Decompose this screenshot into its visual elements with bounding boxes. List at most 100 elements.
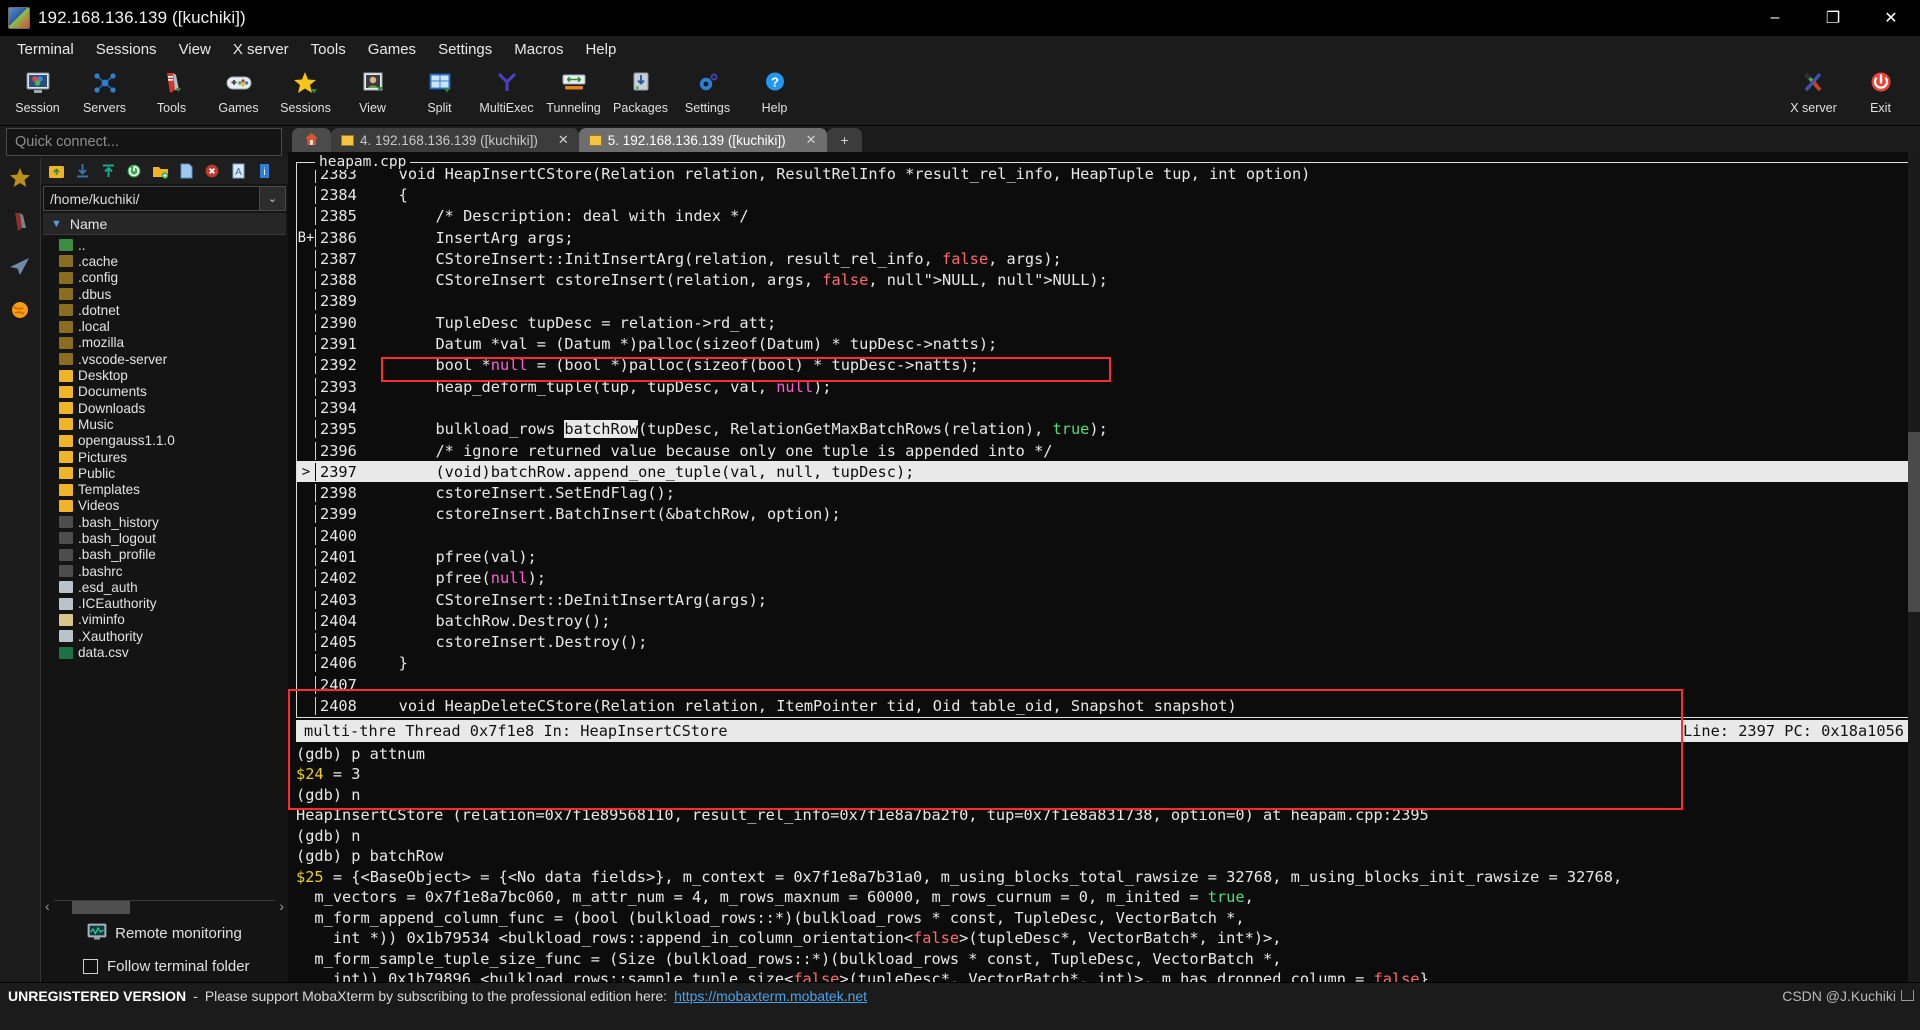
toolbar-button-servers[interactable]: Servers xyxy=(71,65,138,115)
file-row[interactable]: .. xyxy=(59,237,288,253)
toolbar-button-sessions[interactable]: Sessions xyxy=(272,65,339,115)
toolbar-button-split[interactable]: Split xyxy=(406,65,473,115)
file-row[interactable]: .bashrc xyxy=(59,563,288,579)
file-row[interactable]: .ICEauthority xyxy=(59,596,288,612)
toolbar-button-settings[interactable]: Settings xyxy=(674,65,741,115)
upload-icon[interactable] xyxy=(96,160,120,182)
quick-connect-input[interactable]: Quick connect... xyxy=(6,128,282,156)
menu-item-games[interactable]: Games xyxy=(357,38,427,61)
toolbar-button-exit[interactable]: Exit xyxy=(1847,65,1914,115)
file-row[interactable]: .bash_profile xyxy=(59,547,288,563)
menu-item-terminal[interactable]: Terminal xyxy=(6,38,85,61)
menu-item-macros[interactable]: Macros xyxy=(503,38,574,61)
resize-grip-icon[interactable] xyxy=(1901,990,1914,1001)
terminal-output-line: int *)) 0x1b79534 <bulkload_rows::append… xyxy=(296,929,1282,948)
tab-close-4[interactable]: ✕ xyxy=(558,132,569,148)
tab-session-5[interactable]: 5. 192.168.136.139 ([kuchiki]) ✕ xyxy=(578,128,827,152)
terminal-view[interactable]: heapam.cpp 2383 void HeapInsertCStore(Re… xyxy=(288,152,1920,982)
follow-terminal-folder-checkbox[interactable] xyxy=(83,958,98,974)
file-row[interactable]: .cache xyxy=(59,253,288,269)
menu-item-tools[interactable]: Tools xyxy=(300,38,357,61)
tab-session-4[interactable]: 4. 192.168.136.139 ([kuchiki]) ✕ xyxy=(331,128,579,152)
file-row[interactable]: .viminfo xyxy=(59,612,288,628)
file-row[interactable]: opengauss1.1.0 xyxy=(59,433,288,449)
file-column-header[interactable]: ▼ Name xyxy=(43,213,286,235)
file-row[interactable]: .esd_auth xyxy=(59,579,288,595)
parent-folder-icon[interactable] xyxy=(44,160,68,182)
file-name: .Xauthority xyxy=(78,628,143,644)
toolbar-button-tools[interactable]: Tools xyxy=(138,65,205,115)
file-row[interactable]: .Xauthority xyxy=(59,628,288,644)
toolbar-button-multiexec[interactable]: MultiExec xyxy=(473,65,540,115)
info-icon[interactable]: i xyxy=(252,160,276,182)
menu-item-sessions[interactable]: Sessions xyxy=(85,38,168,61)
file-row[interactable]: .vscode-server xyxy=(59,351,288,367)
line-text: pfree(val); xyxy=(371,547,537,566)
scroll-right-icon[interactable]: › xyxy=(279,898,284,914)
new-file-icon[interactable] xyxy=(174,160,198,182)
file-row[interactable]: Templates xyxy=(59,481,288,497)
toolbar-button-view[interactable]: View xyxy=(339,65,406,115)
file-row[interactable]: Pictures xyxy=(59,449,288,465)
file-row[interactable]: data.csv xyxy=(59,644,288,660)
maximize-button[interactable]: ❐ xyxy=(1804,0,1862,36)
folder-icon xyxy=(59,320,73,333)
horizontal-scrollbar[interactable]: ‹ › xyxy=(41,896,288,916)
minimize-button[interactable]: – xyxy=(1746,0,1804,36)
path-input[interactable]: /home/kuchiki/ xyxy=(43,186,260,211)
close-button[interactable]: ✕ xyxy=(1862,0,1920,36)
scroll-left-icon[interactable]: ‹ xyxy=(45,898,50,914)
file-row[interactable]: Downloads xyxy=(59,400,288,416)
tab-close-5[interactable]: ✕ xyxy=(806,132,817,148)
file-row[interactable]: Documents xyxy=(59,384,288,400)
menu-item-view[interactable]: View xyxy=(168,38,222,61)
menu-item-x-server[interactable]: X server xyxy=(222,38,300,61)
remote-monitoring-button[interactable]: Remote monitoring xyxy=(41,916,288,950)
folder-icon xyxy=(59,385,73,398)
delete-icon[interactable] xyxy=(200,160,224,182)
toolbar-button-packages[interactable]: Packages xyxy=(607,65,674,115)
file-row[interactable]: Desktop xyxy=(59,367,288,383)
status-link[interactable]: https://mobaxterm.mobatek.net xyxy=(674,988,867,1004)
sidebar-item-sftp[interactable] xyxy=(0,246,40,290)
text-mode-icon[interactable]: A xyxy=(226,160,250,182)
file-row[interactable]: .config xyxy=(59,270,288,286)
terminal-scrollbar-thumb[interactable] xyxy=(1908,432,1920,612)
download-icon[interactable] xyxy=(70,160,94,182)
file-row[interactable]: .bash_logout xyxy=(59,530,288,546)
terminal-file-icon xyxy=(59,516,73,529)
file-row[interactable]: Public xyxy=(59,465,288,481)
new-folder-icon[interactable] xyxy=(148,160,172,182)
follow-terminal-folder-row[interactable]: Follow terminal folder xyxy=(41,950,288,982)
file-row[interactable]: .bash_history xyxy=(59,514,288,530)
folder-icon xyxy=(59,336,73,349)
file-row[interactable]: .dotnet xyxy=(59,302,288,318)
sidebar-item-tools[interactable] xyxy=(0,202,40,246)
line-text: Datum *val = (Datum *)palloc(sizeof(Datu… xyxy=(371,335,998,354)
menu-item-settings[interactable]: Settings xyxy=(427,38,503,61)
refresh-icon[interactable] xyxy=(122,160,146,182)
toolbar-button-games[interactable]: Games xyxy=(205,65,272,115)
file-list[interactable]: .. .cache .config .dbus .dotnet .local .mozill… xyxy=(41,235,288,896)
file-row[interactable]: Music xyxy=(59,416,288,432)
file-row[interactable]: .dbus xyxy=(59,286,288,302)
sidebar-item-favorites[interactable] xyxy=(0,158,40,202)
new-tab-button[interactable]: + xyxy=(826,128,863,152)
scrollbar-track[interactable] xyxy=(53,899,276,914)
toolbar-button-x-server[interactable]: X server xyxy=(1780,65,1847,115)
line-number: 2407 xyxy=(315,675,371,694)
line-number: 2389 xyxy=(315,292,371,311)
terminal-vertical-scrollbar[interactable] xyxy=(1908,152,1920,982)
path-dropdown-icon[interactable]: ⌄ xyxy=(260,186,286,211)
file-row[interactable]: Videos xyxy=(59,498,288,514)
gdb-status-left: multi-thre Thread 0x7f1e8 In: HeapInsert… xyxy=(304,721,728,740)
sidebar-item-macros[interactable] xyxy=(0,290,40,334)
tab-home[interactable] xyxy=(292,128,331,152)
file-row[interactable]: .mozilla xyxy=(59,335,288,351)
scrollbar-thumb[interactable] xyxy=(71,900,130,914)
toolbar-button-session[interactable]: Session xyxy=(4,65,71,115)
menu-item-help[interactable]: Help xyxy=(574,38,627,61)
file-row[interactable]: .local xyxy=(59,318,288,334)
toolbar-button-help[interactable]: ? Help xyxy=(741,65,808,115)
toolbar-button-tunneling[interactable]: Tunneling xyxy=(540,65,607,115)
